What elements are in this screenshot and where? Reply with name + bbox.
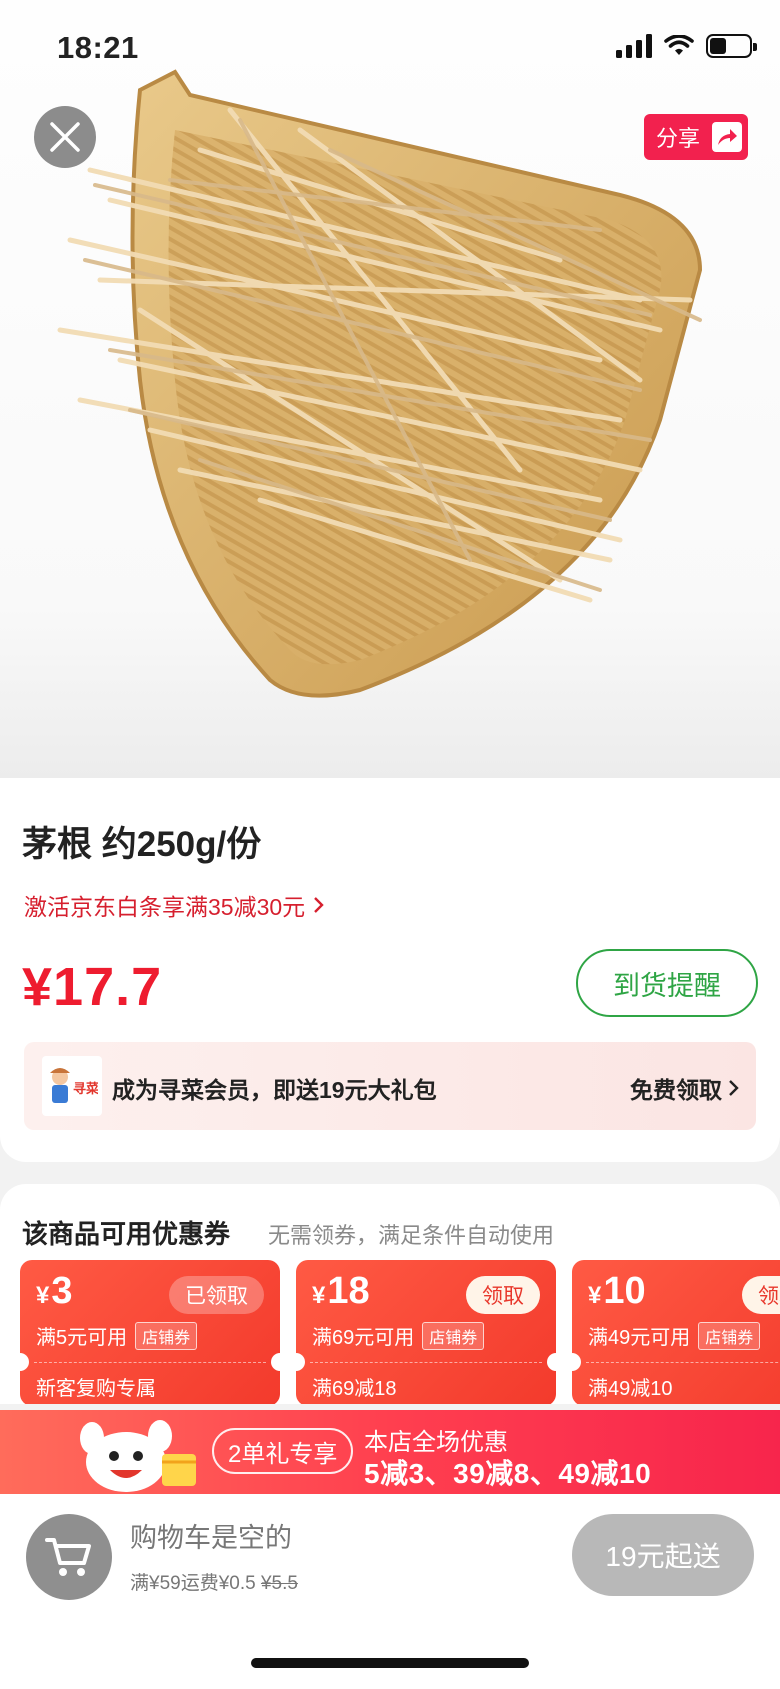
member-banner[interactable]: 寻菜 成为寻菜会员，即送19元大礼包 免费领取 (24, 1042, 756, 1130)
status-time: 18:21 (57, 30, 139, 65)
member-claim-label: 免费领取 (630, 1077, 722, 1103)
coupon-condition: 满5元可用 店铺券 (36, 1321, 198, 1350)
chevron-right-icon (314, 897, 324, 913)
share-button[interactable]: 分享 (644, 114, 748, 160)
coupon-claimed-badge: 已领取 (169, 1276, 264, 1314)
share-icon (712, 122, 742, 152)
chevron-right-icon (729, 1080, 739, 1096)
status-icons (616, 34, 757, 58)
coupon-condition: 满49元可用 店铺券 (588, 1321, 761, 1350)
wifi-icon (664, 35, 694, 55)
coupon-card[interactable]: ¥3 已领取 满5元可用 店铺券 新客复购专属 (11, 1260, 289, 1404)
product-image[interactable]: 分享 (0, 0, 780, 780)
original-shipping-fee: ¥5.5 (260, 1573, 298, 1594)
coupon-condition: 满69元可用 店铺券 (312, 1321, 485, 1350)
coupon-type-badge: 店铺券 (422, 1321, 485, 1350)
share-label: 分享 (656, 126, 701, 151)
battery-icon (706, 34, 757, 58)
close-button[interactable] (34, 106, 96, 168)
coupon-note: 满69减18 (312, 1378, 397, 1400)
cart-empty-text: 购物车是空的 (130, 1523, 292, 1553)
close-icon (50, 122, 80, 152)
cellular-signal-icon (616, 34, 652, 58)
coupon-card[interactable]: ¥10 领取 满49元可用店铺券 满49减10 (563, 1260, 780, 1404)
product-title: 茅根 约250g/份 (22, 825, 262, 864)
status-bar: 18:21 (0, 0, 780, 96)
coupon-amount: ¥10 (588, 1270, 646, 1312)
store-logo-text: 寻菜 (73, 1081, 98, 1097)
product-info-card: 茅根 约250g/份 激活京东白条享满35减30元 ¥17.7 到货提醒 寻菜 … (0, 778, 780, 1162)
coupon-claim-button[interactable]: 领取 (742, 1276, 780, 1314)
coupon-heading: 该商品可用优惠券 (22, 1219, 231, 1249)
shipping-fee-text: 满¥59运费¥0.5 ¥5.5 (130, 1573, 298, 1594)
arrival-notify-button[interactable]: 到货提醒 (576, 949, 758, 1017)
coupon-amount: ¥18 (312, 1270, 370, 1312)
cart-bar: 购物车是空的 满¥59运费¥0.5 ¥5.5 19元起送 (0, 1494, 780, 1689)
jd-mascot-icon (80, 1420, 196, 1492)
shopping-cart-icon (45, 1538, 91, 1576)
coupon-section: 该商品可用优惠券 无需领券，满足条件自动使用 ¥3 已领取 满5元可用 店铺券 新… (0, 1184, 780, 1404)
store-promo-deals: 5减3、39减8、49减10 (364, 1458, 652, 1489)
minimum-order-button[interactable]: 19元起送 (572, 1514, 754, 1596)
store-promo-banner[interactable]: 2单礼专享 本店全场优惠 5减3、39减8、49减10 (0, 1410, 780, 1494)
store-logo: 寻菜 (42, 1056, 102, 1116)
member-claim-link[interactable]: 免费领取 (630, 1071, 740, 1105)
member-offer-text: 成为寻菜会员，即送19元大礼包 (112, 1077, 437, 1103)
coupon-type-badge: 店铺券 (698, 1321, 761, 1350)
coupon-amount: ¥3 (36, 1270, 73, 1312)
coupon-note: 新客复购专属 (36, 1378, 156, 1400)
home-indicator (251, 1658, 529, 1668)
gift-badge: 2单礼专享 (212, 1428, 354, 1474)
coupon-claim-button[interactable]: 领取 (466, 1276, 540, 1314)
product-price: ¥17.7 (22, 957, 163, 1017)
coupon-note: 满49减10 (588, 1378, 673, 1400)
coupon-type-badge: 店铺券 (135, 1321, 198, 1350)
cart-button[interactable] (26, 1514, 112, 1600)
coupon-subtitle: 无需领券，满足条件自动使用 (268, 1223, 555, 1248)
coupon-card[interactable]: ¥18 领取 满69元可用 店铺券 满69减18 (287, 1260, 565, 1404)
baitiao-promo-link[interactable]: 激活京东白条享满35减30元 (24, 888, 325, 922)
promo-text: 激活京东白条享满35减30元 (24, 894, 306, 920)
